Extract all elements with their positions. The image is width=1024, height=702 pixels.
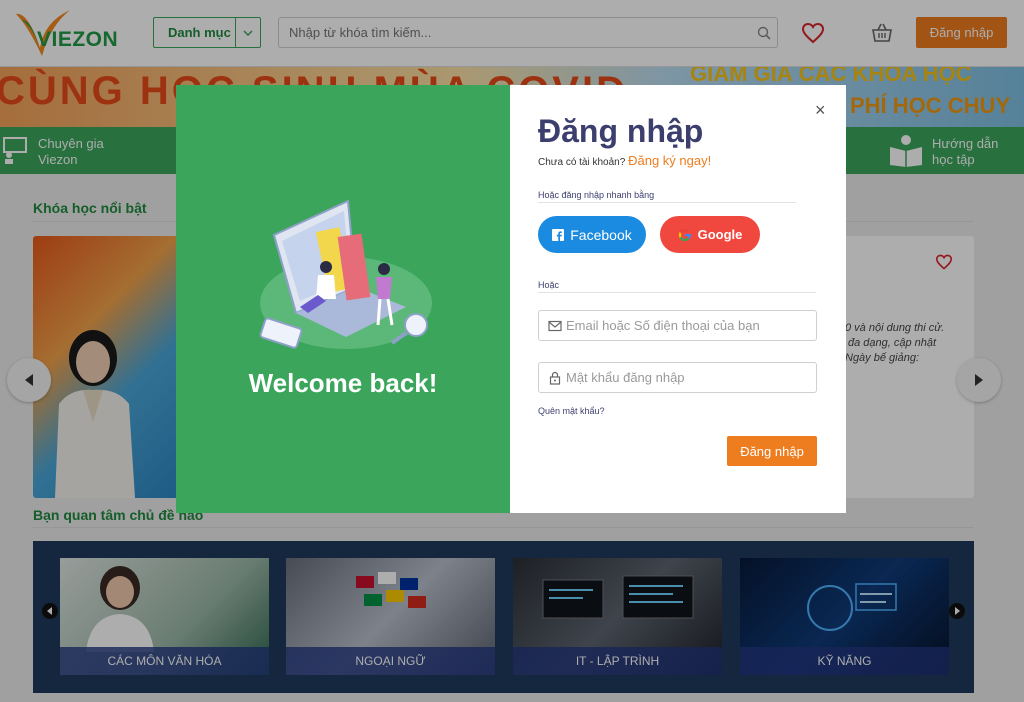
welcome-heading: Welcome back! — [248, 368, 438, 398]
password-input[interactable] — [566, 363, 811, 392]
facebook-login-button[interactable]: Facebook — [538, 216, 646, 253]
google-login-button[interactable]: Google — [660, 216, 760, 253]
no-account-text: Chưa có tài khoản? Đăng ký ngay! — [538, 153, 711, 168]
login-modal: Welcome back! × Đăng nhập Chưa có tài kh… — [176, 85, 846, 513]
or-label: Hoặc — [538, 280, 560, 290]
lock-icon — [549, 371, 561, 385]
forgot-password-link[interactable]: Quên mật khẩu? — [538, 406, 605, 416]
google-icon — [678, 228, 691, 241]
login-title: Đăng nhập — [538, 113, 704, 149]
facebook-icon — [552, 228, 565, 241]
register-link[interactable]: Đăng ký ngay! — [628, 153, 711, 168]
modal-login-panel: × Đăng nhập Chưa có tài khoản? Đăng ký n… — [510, 85, 846, 513]
modal-login-button[interactable]: Đăng nhập — [727, 436, 817, 466]
divider — [538, 202, 796, 203]
modal-welcome-panel: Welcome back! — [176, 85, 510, 513]
divider — [538, 292, 816, 293]
no-account-label: Chưa có tài khoản? — [538, 157, 626, 168]
google-label: Google — [697, 227, 743, 242]
facebook-label: Facebook — [570, 226, 632, 243]
email-input[interactable] — [566, 311, 811, 340]
password-field[interactable] — [538, 362, 817, 393]
mail-icon — [548, 320, 562, 332]
page: VIEZON Danh mục Đăng nhập CÙNG HỌC SINH … — [0, 0, 1024, 702]
email-field[interactable] — [538, 310, 817, 341]
reading-illustration — [259, 199, 432, 349]
quick-login-label: Hoặc đăng nhập nhanh bằng — [538, 190, 655, 200]
close-icon[interactable]: × — [815, 100, 826, 121]
